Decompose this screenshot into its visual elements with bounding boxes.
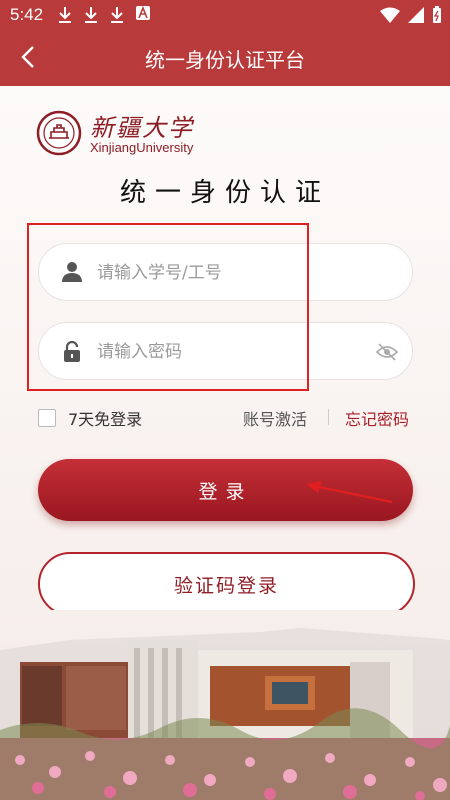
login-page: 新疆大学 XinjiangUniversity 统一身份认证 7天免登录 账号激… — [0, 86, 450, 800]
code-login-button[interactable]: 验证码登录 — [38, 552, 415, 616]
download-icon — [85, 7, 97, 23]
download-icon — [111, 7, 123, 23]
login-heading: 统一身份认证 — [119, 178, 330, 208]
battery-icon — [433, 6, 441, 23]
remember-me[interactable]: 7天免登录 — [38, 406, 142, 430]
remember-checkbox[interactable] — [38, 409, 56, 427]
input-highlight-box — [27, 223, 309, 391]
annotation-arrow-icon — [306, 481, 393, 504]
campus-building-image — [0, 610, 450, 800]
app-bar: 统一身份认证平台 — [0, 30, 450, 86]
page-title: 统一身份认证平台 — [145, 48, 305, 72]
a-icon — [136, 6, 150, 20]
link-divider — [328, 409, 329, 425]
remember-label: 7天免登录 — [68, 410, 143, 429]
status-time: 5:42 — [10, 5, 44, 24]
wifi-icon — [380, 7, 400, 23]
download-icon — [59, 7, 71, 23]
logo-en-name: XinjiangUniversity — [90, 140, 194, 155]
eye-off-icon[interactable] — [376, 342, 398, 362]
account-activation-link[interactable]: 账号激活 — [243, 406, 307, 430]
seal-icon — [36, 110, 82, 156]
university-logo: 新疆大学 XinjiangUniversity — [36, 110, 196, 160]
logo-cn-name: 新疆大学 — [90, 114, 194, 142]
signal-icon — [408, 7, 424, 23]
status-bar: 5:42 — [0, 0, 450, 30]
forgot-password-link[interactable]: 忘记密码 — [345, 406, 409, 430]
